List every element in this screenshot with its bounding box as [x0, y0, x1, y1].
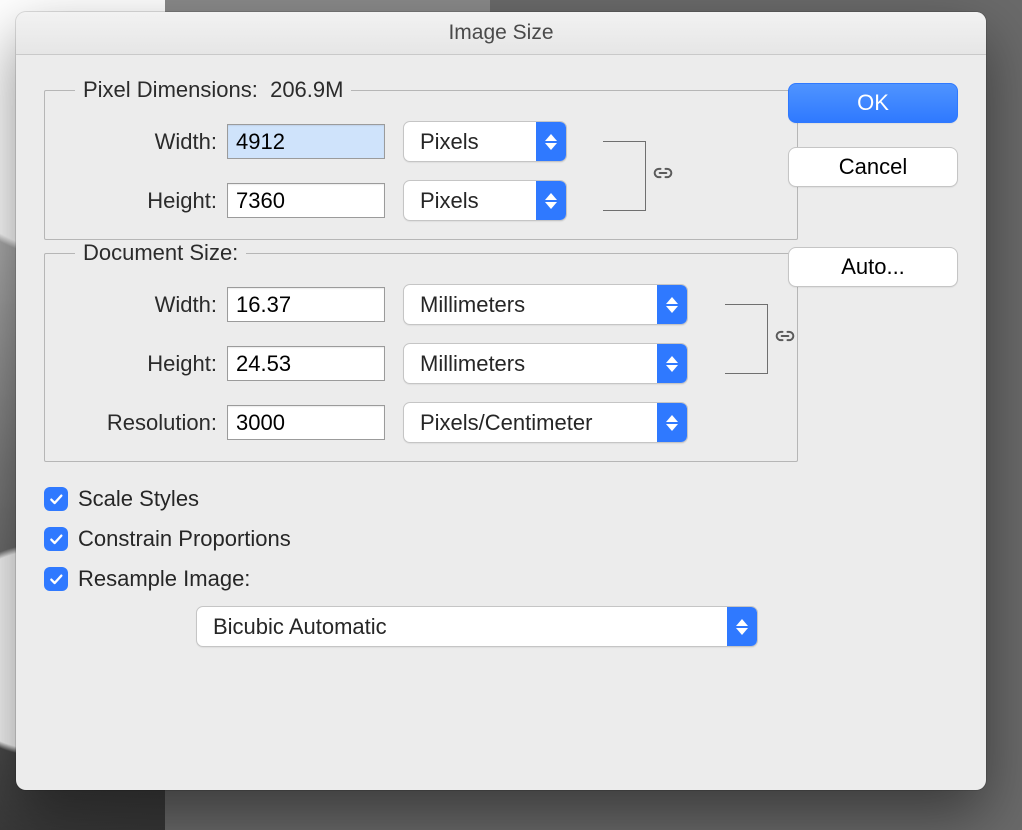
dialog-content: Pixel Dimensions: 206.9M Width: Pixels [16, 55, 986, 790]
pixel-height-label: Height: [61, 188, 227, 214]
constrain-proportions-label: Constrain Proportions [78, 526, 291, 552]
pixel-height-unit-select[interactable]: Pixels [403, 180, 567, 221]
document-size-legend: Document Size: [75, 240, 246, 266]
doc-width-unit-select[interactable]: Millimeters [403, 284, 688, 325]
stepper-icon [536, 181, 566, 220]
doc-width-unit-text: Millimeters [404, 292, 657, 318]
pixel-width-label: Width: [61, 129, 227, 155]
cancel-button[interactable]: Cancel [788, 147, 958, 187]
pixel-dimensions-memory: 206.9M [270, 77, 343, 102]
scale-styles-label: Scale Styles [78, 486, 199, 512]
doc-resolution-label: Resolution: [61, 410, 227, 436]
doc-height-unit-text: Millimeters [404, 351, 657, 377]
image-size-dialog: Image Size Pixel Dimensions: 206.9M Widt… [16, 12, 986, 790]
link-icon [775, 325, 795, 353]
options-checkboxes: Scale Styles Constrain Proportions Resam… [44, 486, 958, 647]
doc-width-label: Width: [61, 292, 227, 318]
doc-link-bracket [725, 304, 768, 374]
checkmark-icon [48, 571, 64, 587]
resample-method-text: Bicubic Automatic [197, 614, 727, 640]
constrain-proportions-checkbox[interactable] [44, 527, 68, 551]
resample-method-select[interactable]: Bicubic Automatic [196, 606, 758, 647]
ok-button[interactable]: OK [788, 83, 958, 123]
pixel-dimensions-legend-prefix: Pixel Dimensions: [83, 77, 258, 102]
doc-resolution-unit-text: Pixels/Centimeter [404, 410, 657, 436]
auto-button[interactable]: Auto... [788, 247, 958, 287]
pixel-width-unit-text: Pixels [404, 129, 536, 155]
pixel-width-input[interactable] [227, 124, 385, 159]
stepper-icon [657, 344, 687, 383]
dialog-buttons: OK Cancel Auto... [788, 83, 958, 287]
pixel-height-unit-text: Pixels [404, 188, 536, 214]
link-icon [653, 162, 673, 190]
resample-image-checkbox[interactable] [44, 567, 68, 591]
doc-height-input[interactable] [227, 346, 385, 381]
document-size-group: Document Size: Width: Millimeters Height… [44, 240, 798, 462]
checkmark-icon [48, 531, 64, 547]
doc-height-label: Height: [61, 351, 227, 377]
pixel-dimensions-legend: Pixel Dimensions: 206.9M [75, 77, 351, 103]
stepper-icon [657, 285, 687, 324]
pixel-dimensions-group: Pixel Dimensions: 206.9M Width: Pixels [44, 77, 798, 240]
scale-styles-checkbox[interactable] [44, 487, 68, 511]
resample-image-label: Resample Image: [78, 566, 250, 592]
pixel-link-bracket [603, 141, 646, 211]
doc-resolution-input[interactable] [227, 405, 385, 440]
checkmark-icon [48, 491, 64, 507]
stepper-icon [657, 403, 687, 442]
stepper-icon [727, 607, 757, 646]
pixel-height-input[interactable] [227, 183, 385, 218]
stepper-icon [536, 122, 566, 161]
doc-width-input[interactable] [227, 287, 385, 322]
doc-height-unit-select[interactable]: Millimeters [403, 343, 688, 384]
pixel-width-unit-select[interactable]: Pixels [403, 121, 567, 162]
doc-resolution-unit-select[interactable]: Pixels/Centimeter [403, 402, 688, 443]
dialog-title: Image Size [16, 12, 986, 55]
